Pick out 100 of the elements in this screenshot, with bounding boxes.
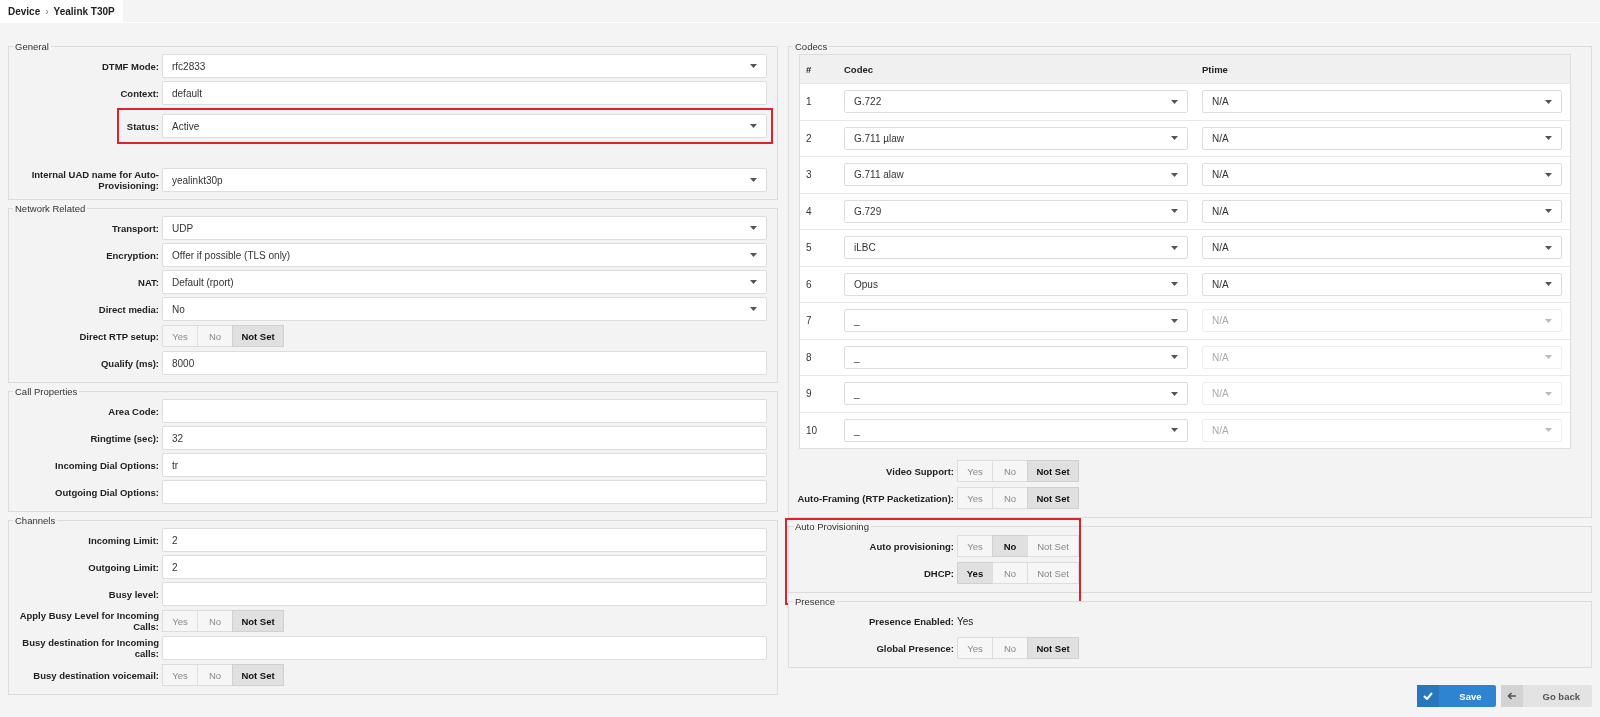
section-title: General [14,41,50,52]
dropdown-field[interactable]: UDP [162,216,767,240]
row-number: 3 [806,169,813,181]
dropdown-field[interactable]: N/A [1202,163,1562,187]
field-label: Auto-Framing (RTP Packetization): [796,492,955,504]
section-title: Channels [14,515,57,526]
field-label: Busy destination for Incoming calls: [21,637,160,659]
toggle-option[interactable]: Not Set [1027,562,1079,584]
column-header: Codec [844,63,875,75]
toggle-option[interactable]: Not Set [1027,637,1079,659]
dropdown-field[interactable]: _ [844,345,1188,369]
field-label: Internal UAD name for Auto-Provisioning: [30,169,160,191]
caret-icon [1545,318,1552,323]
dropdown-field[interactable]: N/A [1202,90,1562,114]
dropdown-field[interactable]: Opus [844,272,1188,296]
back-button[interactable]: Go back [1500,685,1592,707]
field-label: Incoming Dial Options: [54,459,160,471]
text-field[interactable]: default [162,81,767,105]
dropdown-field[interactable]: iLBC [844,236,1188,260]
dropdown-field[interactable]: G.711 alaw [844,163,1188,187]
caret-icon [1171,318,1178,323]
text-field[interactable]: 2 [162,555,767,579]
caret-icon [1171,136,1178,141]
dropdown-field[interactable]: _ [844,382,1188,406]
caret-icon [750,280,757,284]
dropdown-field[interactable]: yealinkt30p [162,168,767,192]
text-field[interactable] [162,399,767,423]
section-title: Network Related [14,203,87,214]
row-number: 1 [806,96,813,108]
row-number: 5 [806,242,813,254]
caret-icon [750,178,757,182]
caret-icon [1545,99,1552,104]
field-label: NAT: [137,276,160,288]
dropdown-field[interactable]: G.729 [844,199,1188,223]
dropdown-field[interactable]: Default (rport) [162,270,767,294]
dropdown-field[interactable]: G.711 µlaw [844,126,1188,150]
toggle-option[interactable]: Not Set [232,664,284,686]
breadcrumb-link[interactable]: Yealink T30P [53,5,115,17]
text-field[interactable]: 2 [162,528,767,552]
breadcrumb-separator: › [45,5,49,17]
caret-icon [1171,282,1178,287]
row-number: 4 [806,205,813,217]
field-label: Encryption: [105,249,160,261]
field-label: Direct media: [97,303,160,315]
toggle-option[interactable]: Not Set [232,610,284,632]
toggle-option[interactable]: Not Set [1027,487,1079,509]
toggle-option[interactable]: Not Set [1027,460,1079,482]
dropdown-field[interactable]: N/A [1202,236,1562,260]
field-label: Direct RTP setup: [78,330,160,342]
caret-icon [750,226,757,230]
dropdown-field[interactable]: rfc2833 [162,54,767,78]
text-field[interactable] [162,636,767,660]
field-label: Status: [125,120,160,132]
section-title: Presence [794,596,837,607]
dropdown-field[interactable]: Active [162,114,767,138]
caret-icon [1545,209,1552,214]
toggle-option[interactable]: Not Set [1027,535,1079,557]
caret-icon [1545,172,1552,177]
dropdown-field[interactable]: No [162,297,767,321]
dropdown-field[interactable]: _ [844,418,1188,442]
text-field[interactable]: 32 [162,426,767,450]
toggle-option[interactable]: Not Set [232,325,284,347]
dropdown-field[interactable]: G.722 [844,90,1188,114]
toggle-option[interactable]: No [992,535,1028,557]
text-field[interactable]: tr [162,453,767,477]
dropdown-field[interactable]: Offer if possible (TLS only) [162,243,767,267]
caret-icon [1171,391,1178,396]
section-title: Call Properties [14,386,79,397]
caret-icon [750,307,757,311]
breadcrumb-link[interactable]: Device [8,5,41,17]
field-label: Outgoing Dial Options: [54,486,160,498]
field-label: Area Code: [107,405,160,417]
row-number: 8 [806,351,813,363]
toggle-option[interactable]: Yes [957,562,993,584]
field-label: Context: [119,87,160,99]
field-value: Yes [957,615,974,627]
text-field[interactable]: 8000 [162,351,767,375]
row-number: 7 [806,315,813,327]
dropdown-field[interactable]: N/A [1202,126,1562,150]
caret-icon [1171,99,1178,104]
field-label: DTMF Mode: [101,60,160,72]
field-label: Global Presence: [875,642,955,654]
field-label: Ringtime (sec): [89,432,160,444]
dropdown-field[interactable]: N/A [1202,199,1562,223]
field-label: Auto provisioning: [868,540,955,552]
row-number: 2 [806,132,813,144]
dropdown-field[interactable]: _ [844,309,1188,333]
text-field[interactable] [162,582,767,606]
section-title: Auto Provisioning [794,521,870,532]
field-label: Apply Busy Level for Incoming Calls: [18,610,160,632]
text-field[interactable] [162,480,767,504]
caret-icon [750,124,757,128]
save-button[interactable]: Save [1417,685,1496,707]
field-label: Busy level: [107,588,160,600]
row-number: 6 [806,278,813,290]
caret-icon [750,253,757,257]
dropdown-field[interactable]: N/A [1202,272,1562,296]
check-icon [1423,692,1434,700]
field-label: Qualify (ms): [99,357,160,369]
caret-icon [1545,282,1552,287]
